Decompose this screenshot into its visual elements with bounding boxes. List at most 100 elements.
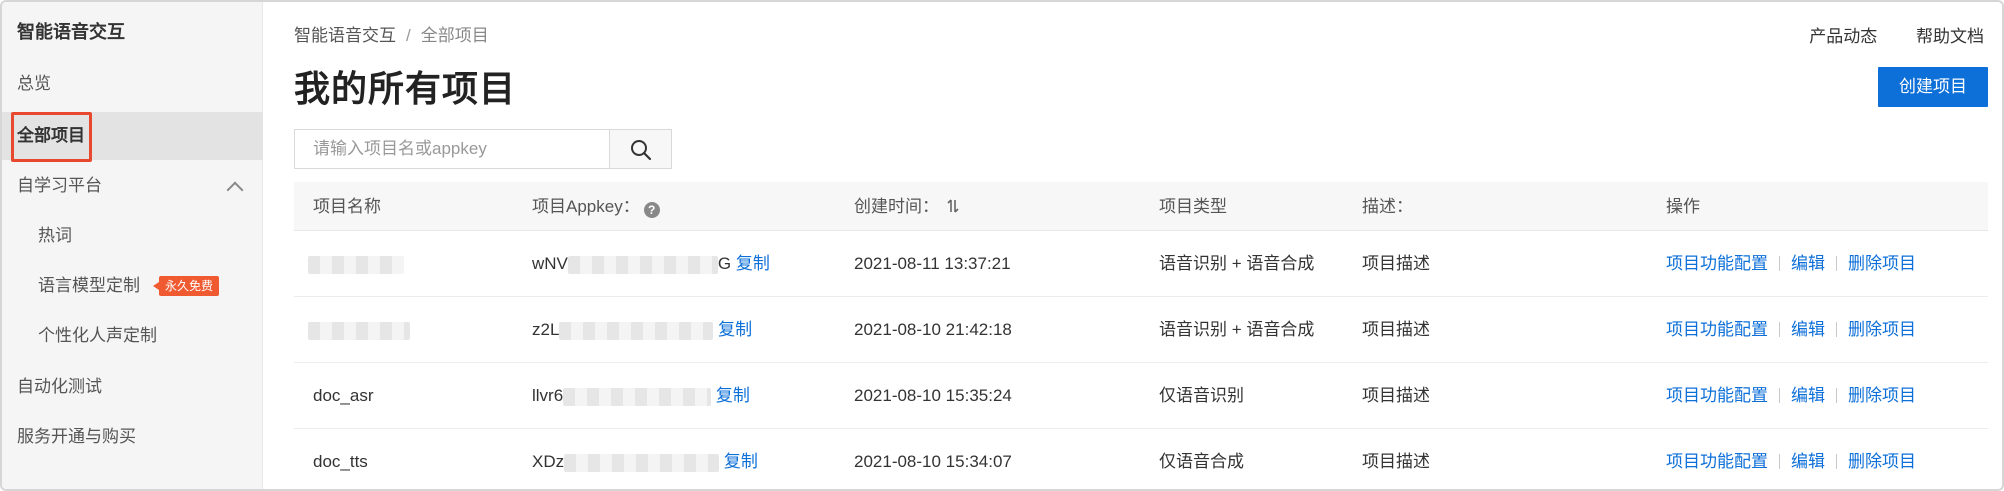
search-input[interactable] bbox=[295, 130, 609, 168]
divider bbox=[1779, 388, 1780, 403]
breadcrumb-separator: / bbox=[406, 26, 411, 45]
edit-link[interactable]: 编辑 bbox=[1791, 254, 1825, 273]
copy-link[interactable]: 复制 bbox=[736, 254, 770, 273]
chevron-up-icon bbox=[226, 181, 244, 199]
search-icon bbox=[631, 140, 652, 161]
table-header: 项目名称 项目Appkey：? 创建时间： 项目类型 描述： 操作 bbox=[294, 182, 1988, 231]
edit-link[interactable]: 编辑 bbox=[1791, 452, 1825, 471]
col-appkey: 项目Appkey：? bbox=[532, 182, 660, 231]
breadcrumb-root[interactable]: 智能语音交互 bbox=[294, 26, 396, 45]
type-cell: 仅语音识别 bbox=[1159, 386, 1244, 405]
appkey-cell: XDz 复制 bbox=[532, 429, 758, 489]
desc-cell: 项目描述 bbox=[1362, 254, 1430, 273]
masked-appkey bbox=[564, 453, 720, 472]
copy-link[interactable]: 复制 bbox=[724, 452, 758, 471]
col-ops: 操作 bbox=[1666, 197, 1700, 216]
search-box bbox=[294, 129, 672, 169]
desc-cell: 项目描述 bbox=[1362, 320, 1430, 339]
free-badge: 永久免费 bbox=[152, 276, 220, 296]
divider bbox=[1836, 454, 1837, 469]
sort-icon[interactable] bbox=[947, 198, 959, 214]
highlight-box bbox=[11, 112, 92, 162]
col-desc: 描述： bbox=[1362, 197, 1413, 216]
masked-appkey bbox=[559, 321, 714, 340]
help-docs-link[interactable]: 帮助文档 bbox=[1916, 27, 1984, 46]
sidebar-title: 智能语音交互 bbox=[17, 22, 125, 42]
sidebar-item-overview[interactable]: 总览 bbox=[2, 60, 263, 108]
sidebar-item-label: 自学习平台 bbox=[17, 176, 102, 195]
appkey-prefix: XDz bbox=[532, 452, 565, 471]
created-cell: 2021-08-10 21:42:18 bbox=[854, 320, 1012, 339]
sidebar-item-label: 自动化测试 bbox=[17, 377, 102, 396]
table-row: doc_asr llvr6 复制 2021-08-10 15:35:24 仅语音… bbox=[294, 363, 1988, 429]
col-name: 项目名称 bbox=[313, 197, 381, 216]
edit-link[interactable]: 编辑 bbox=[1791, 320, 1825, 339]
copy-link[interactable]: 复制 bbox=[718, 320, 752, 339]
masked-appkey bbox=[567, 255, 718, 274]
config-link[interactable]: 项目功能配置 bbox=[1666, 386, 1768, 405]
type-cell: 仅语音合成 bbox=[1159, 452, 1244, 471]
delete-link[interactable]: 删除项目 bbox=[1848, 452, 1916, 471]
sidebar-item-purchase[interactable]: 服务开通与购买 bbox=[2, 413, 263, 461]
table-row: doc_tts XDz 复制 2021-08-10 15:34:07 仅语音合成… bbox=[294, 429, 1988, 489]
search-button[interactable] bbox=[609, 129, 672, 169]
breadcrumb-current: 全部项目 bbox=[420, 26, 489, 45]
project-name-cell: doc_asr bbox=[313, 386, 374, 405]
ops-cell: 项目功能配置 编辑 删除项目 bbox=[1666, 297, 1916, 363]
divider bbox=[1779, 454, 1780, 469]
config-link[interactable]: 项目功能配置 bbox=[1666, 452, 1768, 471]
projects-table: 项目名称 项目Appkey：? 创建时间： 项目类型 描述： 操作 wNV G 复… bbox=[294, 182, 1988, 489]
delete-link[interactable]: 删除项目 bbox=[1848, 320, 1916, 339]
sidebar-item-hotwords[interactable]: 热词 bbox=[2, 212, 263, 260]
created-cell: 2021-08-10 15:34:07 bbox=[854, 452, 1012, 471]
sidebar-item-language-model[interactable]: 语言模型定制 永久免费 bbox=[2, 262, 263, 310]
divider bbox=[1836, 322, 1837, 337]
breadcrumb: 智能语音交互 / 全部项目 bbox=[294, 21, 489, 46]
table-row: z2L 复制 2021-08-10 21:42:18 语音识别 + 语音合成 项… bbox=[294, 297, 1988, 363]
sidebar-item-self-learning[interactable]: 自学习平台 bbox=[2, 162, 263, 210]
appkey-suffix: G bbox=[717, 254, 732, 273]
edit-link[interactable]: 编辑 bbox=[1791, 386, 1825, 405]
type-cell: 语音识别 + 语音合成 bbox=[1159, 320, 1315, 339]
sidebar-item-label: 热词 bbox=[38, 226, 72, 245]
created-cell: 2021-08-10 15:35:24 bbox=[854, 386, 1012, 405]
help-icon[interactable]: ? bbox=[643, 202, 660, 218]
divider bbox=[1836, 256, 1837, 271]
table-row: wNV G 复制 2021-08-11 13:37:21 语音识别 + 语音合成 … bbox=[294, 231, 1988, 297]
page-title: 我的所有项目 bbox=[294, 68, 517, 109]
sidebar-item-label: 个性化人声定制 bbox=[38, 326, 157, 345]
divider bbox=[1836, 388, 1837, 403]
type-cell: 语音识别 + 语音合成 bbox=[1159, 254, 1315, 273]
copy-link[interactable]: 复制 bbox=[716, 386, 750, 405]
ops-cell: 项目功能配置 编辑 删除项目 bbox=[1666, 231, 1916, 297]
appkey-prefix: llvr6 bbox=[532, 386, 564, 405]
delete-link[interactable]: 删除项目 bbox=[1848, 386, 1916, 405]
sidebar-item-auto-test[interactable]: 自动化测试 bbox=[2, 363, 263, 411]
sidebar-item-custom-voice[interactable]: 个性化人声定制 bbox=[2, 312, 263, 360]
sidebar-item-label: 语言模型定制 bbox=[38, 276, 140, 295]
col-created-label: 创建时间： bbox=[854, 197, 939, 216]
product-news-link[interactable]: 产品动态 bbox=[1809, 27, 1877, 46]
create-project-button[interactable]: 创建项目 bbox=[1878, 67, 1988, 107]
appkey-cell: llvr6 复制 bbox=[532, 363, 750, 429]
created-cell: 2021-08-11 13:37:21 bbox=[854, 254, 1011, 273]
col-created[interactable]: 创建时间： bbox=[854, 182, 959, 231]
divider bbox=[1779, 322, 1780, 337]
sidebar-item-label: 服务开通与购买 bbox=[17, 427, 136, 446]
project-name-cell: doc_tts bbox=[313, 452, 368, 471]
project-name-cell bbox=[308, 297, 410, 363]
desc-cell: 项目描述 bbox=[1362, 452, 1430, 471]
divider bbox=[1779, 256, 1780, 271]
desc-cell: 项目描述 bbox=[1362, 386, 1430, 405]
config-link[interactable]: 项目功能配置 bbox=[1666, 254, 1768, 273]
sidebar: 智能语音交互 总览 全部项目 自学习平台 热词 语言模型定制 永久免费 个性化人… bbox=[2, 2, 263, 489]
appkey-prefix: wNV bbox=[532, 254, 568, 273]
top-links: 产品动态 帮助文档 bbox=[1775, 22, 1984, 47]
sidebar-item-label: 总览 bbox=[17, 74, 51, 93]
col-appkey-label: 项目Appkey： bbox=[532, 197, 640, 216]
ops-cell: 项目功能配置 编辑 删除项目 bbox=[1666, 429, 1916, 489]
appkey-prefix: z2L bbox=[532, 320, 560, 339]
project-name-cell bbox=[308, 231, 404, 297]
delete-link[interactable]: 删除项目 bbox=[1848, 254, 1916, 273]
config-link[interactable]: 项目功能配置 bbox=[1666, 320, 1768, 339]
